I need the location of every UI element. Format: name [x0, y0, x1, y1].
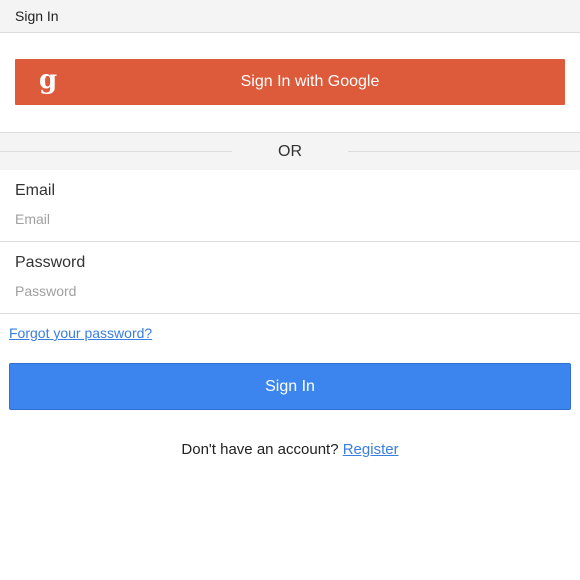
password-label: Password — [15, 254, 86, 271]
google-sign-in-button[interactable]: g Sign In with Google — [15, 59, 565, 105]
page-title: Sign In — [15, 8, 59, 24]
header-bar: Sign In — [0, 0, 580, 33]
password-field-group: Password — [0, 242, 580, 314]
register-prompt: Don't have an account? Register — [0, 441, 580, 458]
password-input[interactable] — [15, 282, 555, 300]
forgot-password-link[interactable]: Forgot your password? — [9, 325, 152, 341]
google-sign-in-label: Sign In with Google — [240, 73, 380, 90]
email-label: Email — [15, 182, 56, 199]
email-field-group: Email — [0, 170, 580, 242]
register-prompt-text: Don't have an account? — [181, 441, 343, 458]
sign-in-label: Sign In — [265, 378, 315, 395]
social-sign-in-section: g Sign In with Google — [0, 33, 580, 131]
sign-in-page: Sign In g Sign In with Google OR Email P… — [0, 0, 580, 580]
register-link[interactable]: Register — [343, 441, 399, 458]
or-text: OR — [278, 143, 302, 160]
sign-in-button[interactable]: Sign In — [9, 363, 571, 410]
email-input[interactable] — [15, 210, 555, 228]
or-divider: OR — [0, 132, 580, 171]
